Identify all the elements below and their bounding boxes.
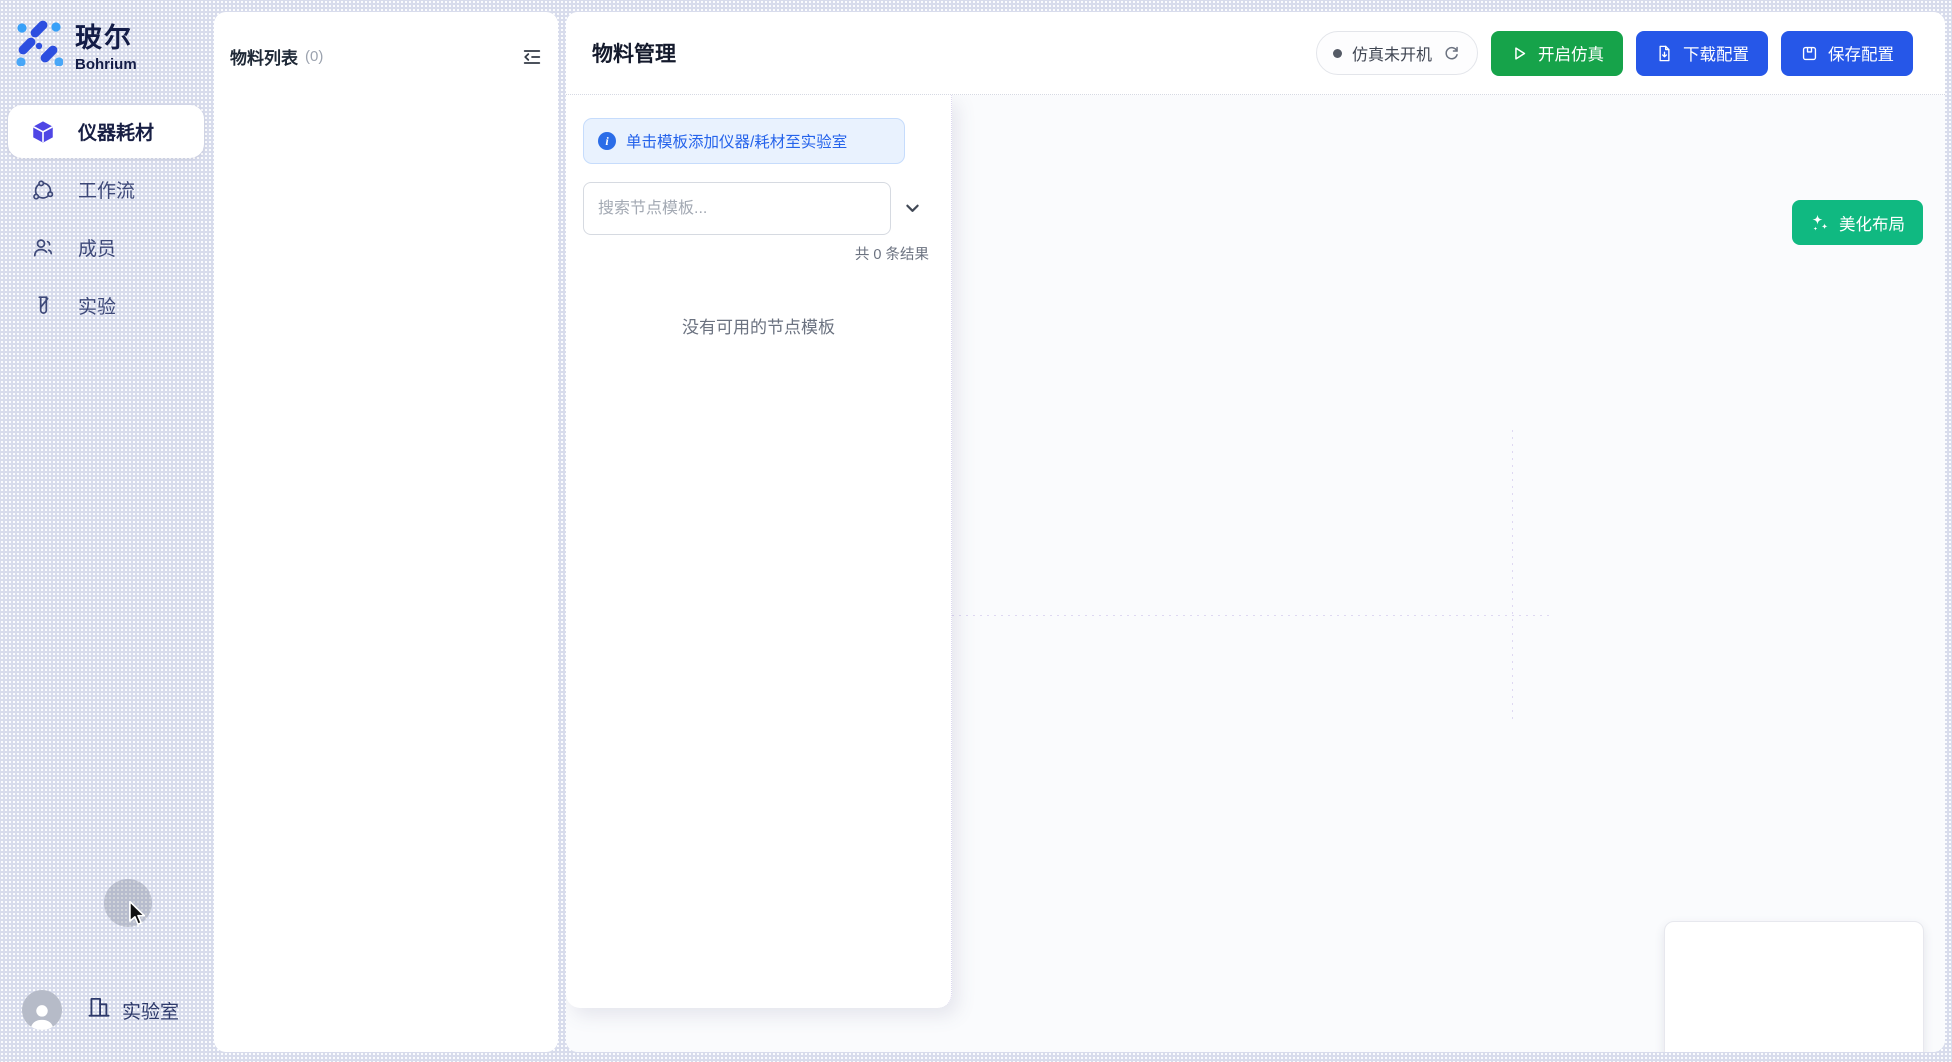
page-title: 物料管理 (592, 38, 676, 68)
brand-logo[interactable]: 玻尔 Bohrium (15, 16, 137, 73)
workflow-icon (30, 177, 56, 203)
empty-templates-message: 没有可用的节点模板 (566, 313, 951, 338)
mouse-cursor (126, 901, 148, 932)
sidebar-item-experiment[interactable]: 实验 (8, 279, 204, 332)
page: { "brand": { "logo_text_zh": "玻尔", "logo… (0, 0, 1952, 1062)
materials-list-title: 物料列表 (230, 44, 298, 69)
canvas-minimap[interactable] (1664, 921, 1924, 1052)
building-icon (86, 994, 112, 1026)
test-tube-icon (30, 293, 56, 319)
materials-list-count: (0) (305, 48, 323, 65)
brand-name-zh: 玻尔 (75, 16, 137, 55)
save-config-label: 保存配置 (1828, 41, 1894, 65)
template-search-row (583, 182, 935, 235)
canvas-guide-horizontal (952, 615, 1550, 616)
sidebar-item-label: 工作流 (78, 176, 135, 203)
start-simulation-label: 开启仿真 (1538, 41, 1604, 65)
save-config-button[interactable]: 保存配置 (1781, 31, 1913, 76)
beautify-layout-label: 美化布局 (1839, 211, 1905, 235)
sidebar-item-instruments[interactable]: 仪器耗材 (8, 105, 204, 158)
cube-icon (30, 119, 56, 145)
sidebar-item-workflow[interactable]: 工作流 (8, 163, 204, 216)
chevron-down-icon[interactable] (904, 200, 921, 217)
download-config-button[interactable]: 下载配置 (1636, 31, 1768, 76)
sidebar-nav: 仪器耗材 工作流 成员 (8, 105, 204, 332)
sidebar-item-label: 实验 (78, 292, 116, 319)
refresh-icon[interactable] (1442, 44, 1461, 63)
template-hint-text: 单击模板添加仪器/耗材至实验室 (626, 130, 847, 152)
bohrium-logo-icon (15, 18, 63, 71)
sidebar-item-label: 成员 (78, 234, 116, 261)
template-hint-banner: i 单击模板添加仪器/耗材至实验室 (583, 118, 905, 164)
node-template-panel: i 单击模板添加仪器/耗材至实验室 共 0 条结果 没有可用的节点模板 (566, 95, 952, 1008)
beautify-layout-button[interactable]: 美化布局 (1792, 200, 1923, 245)
sidebar-item-label: 仪器耗材 (78, 118, 154, 145)
lab-label: 实验室 (122, 997, 179, 1024)
members-icon (30, 235, 56, 261)
main-header: 物料管理 仿真未开机 开启仿真 (566, 12, 1945, 95)
start-simulation-button[interactable]: 开启仿真 (1491, 31, 1623, 76)
sparkles-icon (1810, 213, 1830, 233)
header-actions: 仿真未开机 开启仿真 (1316, 31, 1913, 76)
canvas-guide-vertical (1512, 430, 1513, 720)
info-icon: i (598, 132, 616, 150)
lab-switcher[interactable]: 实验室 (86, 994, 179, 1026)
play-icon (1510, 44, 1529, 63)
download-config-label: 下载配置 (1683, 41, 1749, 65)
panel-collapse-icon[interactable] (520, 45, 544, 69)
sidebar-item-members[interactable]: 成员 (8, 221, 204, 274)
simulation-status-pill[interactable]: 仿真未开机 (1316, 31, 1478, 75)
materials-list-header: 物料列表 (0) (214, 12, 558, 69)
search-input[interactable] (583, 182, 891, 235)
main-panel: 物料管理 仿真未开机 开启仿真 (566, 12, 1945, 1052)
brand-name-en: Bohrium (75, 56, 137, 73)
user-avatar[interactable] (22, 990, 62, 1030)
sidebar-footer: 实验室 (22, 990, 179, 1030)
search-result-count: 共 0 条结果 (855, 243, 929, 264)
materials-list-panel: 物料列表 (0) (214, 12, 558, 1052)
brand-name: 玻尔 Bohrium (75, 16, 137, 73)
file-download-icon (1655, 44, 1674, 63)
save-icon (1800, 44, 1819, 63)
status-dot-icon (1333, 49, 1342, 58)
simulation-status-label: 仿真未开机 (1352, 41, 1432, 65)
